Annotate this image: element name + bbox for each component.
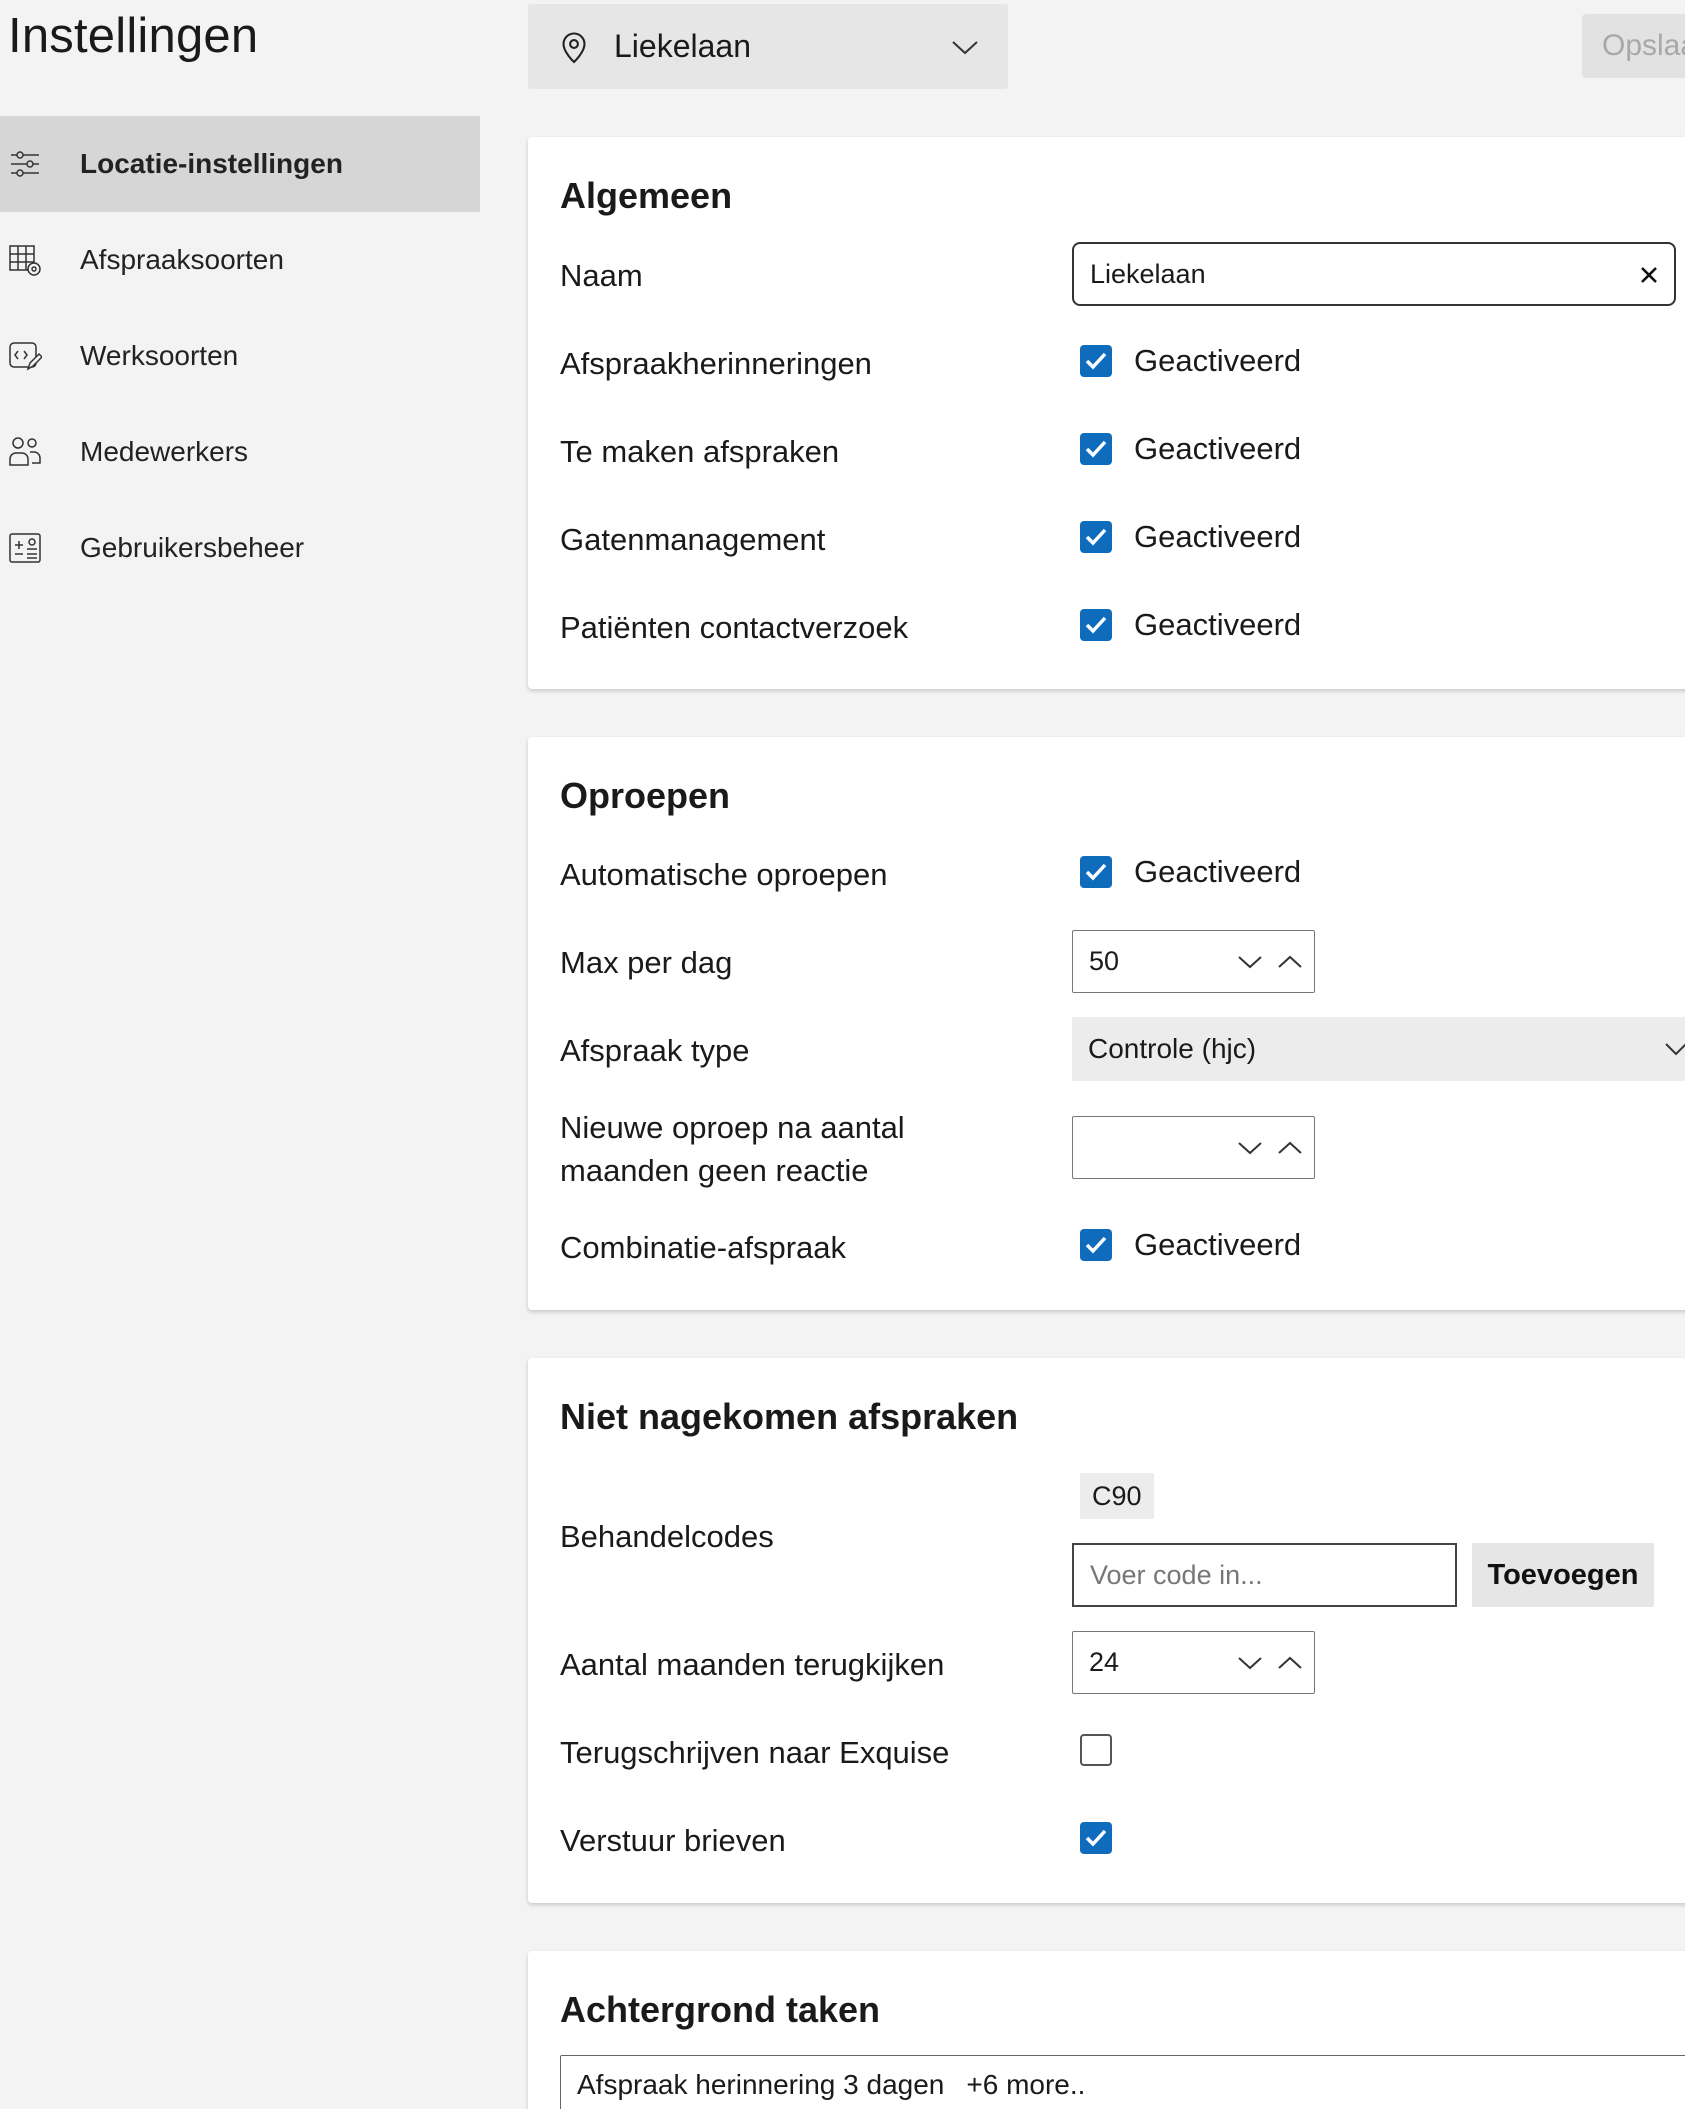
patienten-contactverzoek-checkbox[interactable] [1080, 609, 1112, 641]
checkmark-icon [1085, 863, 1107, 881]
sliders-icon [11, 151, 39, 177]
patienten-contactverzoek-label: Patiënten contactverzoek [560, 610, 909, 645]
multiselect-selected: Afspraak herinnering 3 dagen [577, 2069, 945, 2100]
sidebar-item-gebruikersbeheer[interactable]: Gebruikersbeheer [0, 500, 480, 596]
chevron-up-icon[interactable] [1277, 1654, 1303, 1672]
gatenmanagement-label: Gatenmanagement [560, 522, 826, 557]
chevron-down-icon[interactable] [1237, 953, 1263, 971]
people-icon [9, 437, 41, 466]
checkmark-icon [1085, 1236, 1107, 1254]
sidebar-item-label: Locatie-instellingen [80, 148, 343, 179]
maanden-terugkijken-label: Aantal maanden terugkijken [560, 1647, 945, 1682]
nieuwe-oproep-label-line2: maanden geen reactie [560, 1153, 869, 1188]
dropdown-value: Controle (hjc) [1088, 1033, 1257, 1064]
section-title: Achtergrond taken [560, 1989, 881, 2030]
nieuwe-oproep-label-line1: Nieuwe oproep na aantal [560, 1110, 905, 1145]
afspraakherinneringen-label: Afspraakherinneringen [560, 346, 872, 381]
verstuur-brieven-label: Verstuur brieven [560, 1823, 786, 1858]
chevron-down-icon [1665, 1043, 1685, 1056]
checkmark-icon [1085, 1829, 1107, 1847]
stepper-value: 50 [1089, 946, 1120, 976]
te-maken-afspraken-label: Te maken afspraken [560, 434, 840, 469]
section-title: Niet nagekomen afspraken [560, 1396, 1019, 1437]
terugschrijven-checkbox[interactable] [1080, 1734, 1112, 1766]
sidebar-item-label: Gebruikersbeheer [80, 532, 305, 563]
user-list-icon [9, 533, 41, 563]
page-title: Instellingen [8, 9, 259, 63]
oproepen-card: Oproepen Automatische oproepen Geactivee… [528, 737, 1685, 1310]
multiselect-more-count: +6 more.. [966, 2069, 1086, 2100]
max-per-dag-label: Max per dag [560, 945, 733, 980]
checkmark-icon [1085, 528, 1107, 546]
chevron-down-icon[interactable] [1237, 1139, 1263, 1157]
code-input-placeholder: Voer code in... [1090, 1559, 1263, 1590]
checkbox-status-label: Geactiveerd [1134, 854, 1302, 889]
chevron-down-icon[interactable] [1237, 1654, 1263, 1672]
code-chip[interactable]: C90 [1080, 1473, 1154, 1519]
afspraak-type-dropdown[interactable]: Controle (hjc) [1072, 1017, 1685, 1081]
checkmark-icon [1085, 440, 1107, 458]
add-code-button[interactable]: Toevoegen [1472, 1543, 1654, 1607]
naam-input-value: Liekelaan [1090, 258, 1206, 289]
section-title: Oproepen [560, 775, 731, 816]
terugschrijven-label: Terugschrijven naar Exquise [560, 1735, 950, 1770]
save-button[interactable]: Opslaan [1582, 14, 1685, 78]
chevron-up-icon[interactable] [1277, 1139, 1303, 1157]
chevron-up-icon[interactable] [1277, 953, 1303, 971]
combinatie-afspraak-checkbox[interactable] [1080, 1229, 1112, 1261]
checkmark-icon [1085, 352, 1107, 370]
naam-label: Naam [560, 258, 643, 293]
algemeen-card: Algemeen Naam Liekelaan Afspraakherinner… [528, 137, 1685, 689]
checkbox-status-label: Geactiveerd [1134, 431, 1302, 466]
sidebar-item-label: Afspraaksoorten [80, 244, 284, 275]
checkbox-status-label: Geactiveerd [1134, 607, 1302, 642]
settings-page: Instellingen Liekelaan Opslaan Locatie-i… [0, 0, 1685, 2109]
code-edit-icon [9, 342, 42, 371]
max-per-dag-stepper[interactable]: 50 [1072, 930, 1315, 993]
checkbox-status-label: Geactiveerd [1134, 343, 1302, 378]
niet-nagekomen-card: Niet nagekomen afspraken Behandelcodes C… [528, 1358, 1685, 1903]
sidebar: Locatie-instellingen Afspraaksoorten Wer… [0, 116, 480, 596]
checkbox-status-label: Geactiveerd [1134, 519, 1302, 554]
checkbox-status-label: Geactiveerd [1134, 1227, 1302, 1262]
te-maken-afspraken-checkbox[interactable] [1080, 433, 1112, 465]
code-input[interactable]: Voer code in... [1072, 1543, 1457, 1607]
verstuur-brieven-checkbox[interactable] [1080, 1822, 1112, 1854]
stepper-value: 24 [1089, 1647, 1120, 1677]
automatische-oproepen-label: Automatische oproepen [560, 857, 888, 892]
location-select[interactable]: Liekelaan [528, 4, 1008, 89]
achtergrond-taken-card: Achtergrond taken Afspraak herinnering 3… [528, 1951, 1685, 2109]
section-title: Algemeen [560, 175, 733, 216]
combinatie-afspraak-label: Combinatie-afspraak [560, 1230, 847, 1265]
achtergrond-taken-multiselect[interactable]: Afspraak herinnering 3 dagen +6 more.. [560, 2055, 1685, 2109]
automatische-oproepen-checkbox[interactable] [1080, 856, 1112, 888]
location-select-value: Liekelaan [614, 28, 751, 64]
table-settings-icon [9, 245, 41, 276]
maanden-terugkijken-stepper[interactable]: 24 [1072, 1631, 1315, 1694]
sidebar-item-medewerkers[interactable]: Medewerkers [0, 404, 480, 500]
checkmark-icon [1085, 616, 1107, 634]
location-pin-icon [562, 32, 586, 63]
gatenmanagement-checkbox[interactable] [1080, 521, 1112, 553]
afspraak-type-label: Afspraak type [560, 1033, 750, 1068]
sidebar-item-locatie-instellingen[interactable]: Locatie-instellingen [0, 116, 480, 212]
nieuwe-oproep-stepper[interactable] [1072, 1116, 1315, 1179]
close-icon[interactable] [1638, 264, 1660, 286]
sidebar-item-label: Medewerkers [80, 436, 249, 467]
sidebar-item-afspraaksoorten[interactable]: Afspraaksoorten [0, 212, 480, 308]
sidebar-item-label: Werksoorten [80, 340, 239, 371]
sidebar-item-werksoorten[interactable]: Werksoorten [0, 308, 480, 404]
behandelcodes-label: Behandelcodes [560, 1519, 774, 1554]
chevron-down-icon [952, 40, 978, 54]
afspraakherinneringen-checkbox[interactable] [1080, 345, 1112, 377]
naam-input[interactable]: Liekelaan [1072, 242, 1676, 306]
